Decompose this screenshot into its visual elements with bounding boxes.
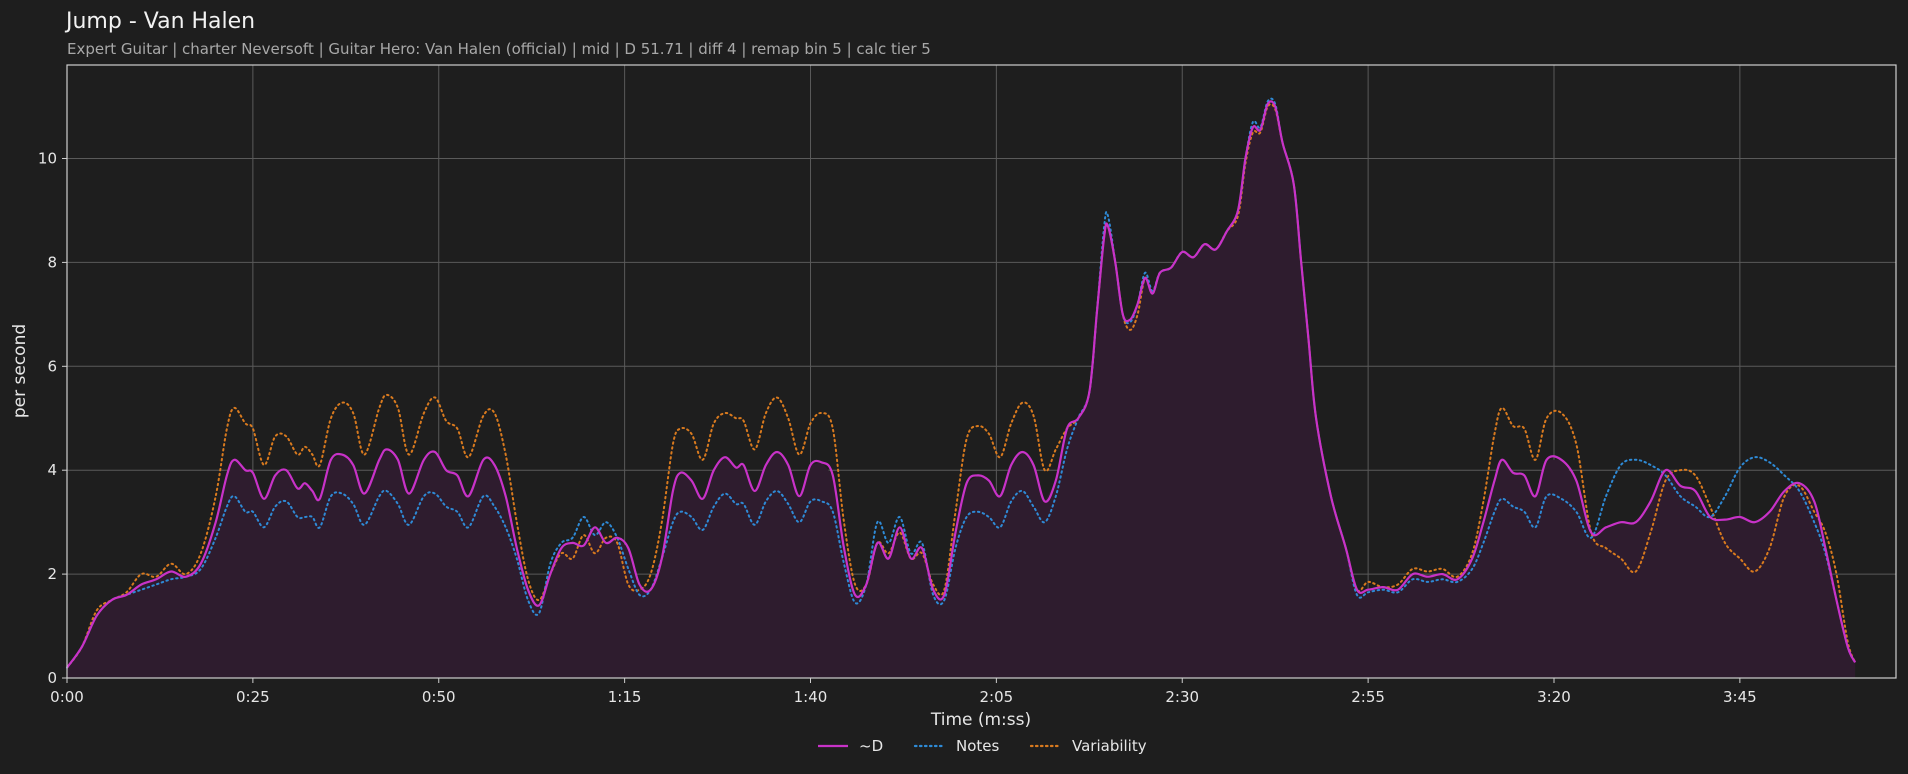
- y-tick-label: 10: [38, 150, 57, 168]
- x-tick-label: 1:40: [794, 688, 828, 706]
- x-tick-label: 3:45: [1723, 688, 1757, 706]
- x-tick-label: 2:30: [1165, 688, 1199, 706]
- x-tick-label: 1:15: [608, 688, 642, 706]
- y-tick-label: 6: [47, 357, 57, 375]
- chart-title: Jump - Van Halen: [64, 9, 255, 34]
- x-tick-label: 0:50: [422, 688, 456, 706]
- y-axis-ticks: 0 2 4 6 8 10: [38, 150, 67, 687]
- x-tick-label: 3:20: [1537, 688, 1571, 706]
- area-fill: [67, 104, 1856, 678]
- x-axis-label: Time (m:ss): [930, 710, 1031, 730]
- d-area: [67, 104, 1856, 678]
- legend-label: Variability: [1072, 737, 1147, 755]
- x-tick-label: 0:00: [50, 688, 84, 706]
- x-tick-label: 0:25: [236, 688, 270, 706]
- chart: Jump - Van Halen Expert Guitar | charter…: [10, 9, 1897, 755]
- x-tick-label: 2:05: [980, 688, 1014, 706]
- y-axis-label: per second: [10, 324, 30, 418]
- y-tick-label: 8: [47, 253, 57, 271]
- chart-subtitle: Expert Guitar | charter Neversoft | Guit…: [67, 40, 931, 58]
- x-tick-label: 2:55: [1351, 688, 1385, 706]
- legend: ~D Notes Variability: [818, 737, 1147, 755]
- legend-label: ~D: [859, 737, 883, 755]
- x-axis-ticks: 0:00 0:25 0:50 1:15 1:40 2:05 2:30 2:55 3:20 3:45: [50, 678, 1757, 706]
- y-tick-label: 0: [47, 669, 57, 687]
- y-tick-label: 4: [47, 461, 57, 479]
- y-tick-label: 2: [47, 565, 57, 583]
- legend-label: Notes: [956, 737, 1000, 755]
